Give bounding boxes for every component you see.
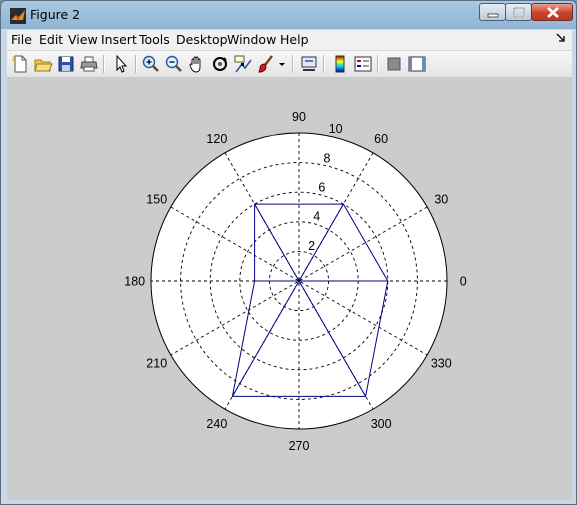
polar-plot[interactable]: 2 4 6 8 10 0 30 60 90 120 150 180 210 240 270 300 330 <box>7 78 572 500</box>
radius-tick-label: 4 <box>313 210 320 224</box>
print-icon[interactable] <box>79 54 99 74</box>
title-bar[interactable]: Figure 2 <box>1 1 576 30</box>
show-plot-tools-icon[interactable] <box>407 54 427 74</box>
figure-client-area: File Edit View Insert Tools Desktop Wind… <box>7 30 572 500</box>
menu-window[interactable]: Window <box>227 32 276 47</box>
toolbar-separator <box>323 55 325 73</box>
angle-tick-label: 30 <box>434 192 448 206</box>
menu-tools[interactable]: Tools <box>139 32 170 47</box>
zoom-out-icon[interactable] <box>164 54 184 74</box>
maximize-button[interactable] <box>505 3 532 21</box>
insert-legend-icon[interactable] <box>353 54 373 74</box>
pan-hand-icon[interactable] <box>187 54 207 74</box>
radius-tick-label: 6 <box>318 181 325 195</box>
dock-arrow-icon[interactable] <box>556 33 566 43</box>
close-button[interactable] <box>531 3 573 21</box>
angle-tick-label: 210 <box>146 357 167 371</box>
window-title: Figure 2 <box>30 7 81 22</box>
menu-help[interactable]: Help <box>280 32 309 47</box>
angle-tick-label: 180 <box>124 275 145 289</box>
menu-desktop[interactable]: Desktop <box>176 32 228 47</box>
minimize-button[interactable] <box>479 3 506 21</box>
menu-edit[interactable]: Edit <box>39 32 63 47</box>
menu-insert[interactable]: Insert <box>101 32 137 47</box>
brush-icon[interactable] <box>256 54 276 74</box>
radius-tick-label: 2 <box>308 239 315 253</box>
new-figure-icon[interactable] <box>10 54 30 74</box>
angle-tick-label: 90 <box>292 110 306 124</box>
data-cursor-icon[interactable] <box>233 54 253 74</box>
edit-plot-arrow-icon[interactable] <box>111 54 131 74</box>
figure-toolbar <box>7 51 572 78</box>
figure-canvas[interactable]: 2 4 6 8 10 0 30 60 90 120 150 180 210 240 270 300 330 <box>7 78 572 500</box>
toolbar-separator <box>103 55 105 73</box>
save-icon[interactable] <box>56 54 76 74</box>
radius-tick-label: 8 <box>324 151 331 165</box>
open-file-icon[interactable] <box>33 54 53 74</box>
zoom-in-icon[interactable] <box>141 54 161 74</box>
insert-colorbar-icon[interactable] <box>330 54 350 74</box>
toolbar-separator <box>292 55 294 73</box>
angle-tick-label: 330 <box>431 357 452 371</box>
angle-tick-label: 240 <box>206 417 227 431</box>
brush-dropdown-icon[interactable] <box>277 54 287 74</box>
angle-tick-label: 120 <box>206 132 227 146</box>
link-plot-icon[interactable] <box>299 54 319 74</box>
rotate-3d-icon[interactable] <box>210 54 230 74</box>
toolbar-separator <box>377 55 379 73</box>
hide-plot-tools-icon[interactable] <box>384 54 404 74</box>
close-icon <box>547 7 559 18</box>
minimize-icon <box>487 13 499 18</box>
figure-window: Figure 2 File Edit View Insert Tools Des… <box>0 0 577 505</box>
matlab-logo-icon <box>10 8 26 24</box>
angle-tick-label: 0 <box>460 275 467 289</box>
maximize-icon <box>513 7 525 18</box>
menu-file[interactable]: File <box>11 32 32 47</box>
toolbar-separator <box>135 55 137 73</box>
angle-tick-label: 150 <box>146 192 167 206</box>
radius-tick-label: 10 <box>329 122 343 136</box>
angle-tick-label: 60 <box>374 132 388 146</box>
angle-tick-label: 270 <box>289 439 310 453</box>
menu-bar: File Edit View Insert Tools Desktop Wind… <box>7 30 572 51</box>
menu-view[interactable]: View <box>68 32 98 47</box>
angle-tick-label: 300 <box>371 417 392 431</box>
